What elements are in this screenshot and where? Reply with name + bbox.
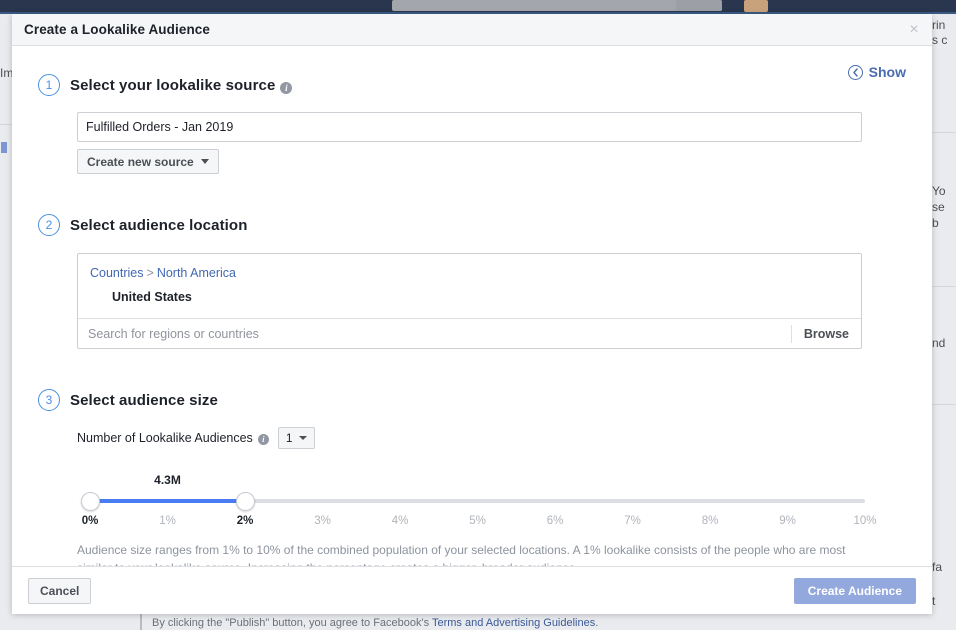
slider-tick-6pct: 6%: [547, 515, 564, 527]
background-left-fragment: Im: [0, 66, 12, 81]
audience-size-slider[interactable]: 4.3M 0% 1% 2% 3% 4% 5% 6% 7% 8% 9% 10%: [77, 473, 877, 529]
background-disclaimer-text: By clicking the "Publish" button, you ag…: [152, 617, 432, 629]
slider-tick-1pct: 1%: [159, 515, 176, 527]
terms-link[interactable]: Terms and Advertising Guidelines: [432, 617, 595, 629]
create-new-source-label: Create new source: [87, 155, 194, 169]
background-right-fragment: Yo: [932, 184, 956, 199]
number-of-audiences-value: 1: [286, 431, 293, 445]
breadcrumb: Countries>North America: [90, 264, 849, 282]
step-number-2: 2: [38, 214, 60, 236]
background-right-fragment: rin: [932, 18, 956, 33]
slider-tick-3pct: 3%: [314, 515, 331, 527]
create-lookalike-audience-dialog: Create a Lookalike Audience × Show 1 Sel…: [12, 14, 932, 614]
background-right-fragment: t: [932, 594, 956, 609]
info-icon[interactable]: i: [280, 82, 292, 94]
close-icon[interactable]: ×: [906, 22, 922, 38]
background-bottom-divider: [140, 612, 142, 630]
background-left-divider: [0, 124, 12, 125]
background-right-fragment: nd: [932, 336, 956, 351]
number-of-audiences-select[interactable]: 1: [278, 427, 315, 449]
dialog-body: Show 1 Select your lookalike sourcei Ful…: [12, 46, 932, 566]
info-icon[interactable]: i: [258, 434, 269, 445]
background-right-fragment: se: [932, 200, 956, 215]
slider-tick-5pct: 5%: [469, 515, 486, 527]
slider-handle-max[interactable]: [236, 492, 255, 511]
section-1-header: 1 Select your lookalike source i: [38, 74, 906, 96]
slider-tick-0pct: 0%: [82, 515, 99, 527]
location-list: Countries>North America United States: [78, 254, 861, 318]
location-item-united-states[interactable]: United States: [112, 290, 849, 304]
slider-tick-9pct: 9%: [779, 515, 796, 527]
background-right-fragment: b: [932, 216, 956, 231]
facebook-search-button[interactable]: [676, 0, 722, 11]
section-2-title: Select audience location: [70, 217, 247, 234]
section-audience-size: 3 Select audience size Number of Lookali…: [38, 389, 906, 566]
background-disclaimer-period: .: [595, 617, 598, 629]
section-1-title: Select your lookalike source i: [70, 77, 292, 94]
slider-tick-8pct: 8%: [702, 515, 719, 527]
step-number-3: 3: [38, 389, 60, 411]
facebook-search-input[interactable]: [392, 0, 722, 11]
breadcrumb-item-countries[interactable]: Countries: [90, 266, 144, 280]
slider-tick-10pct: 10%: [853, 515, 876, 527]
slider-tick-4pct: 4%: [392, 515, 409, 527]
dialog-footer: Cancel Create Audience: [12, 566, 932, 614]
slider-tick-7pct: 7%: [624, 515, 641, 527]
location-search-row: Browse: [78, 318, 861, 348]
lookalike-source-field[interactable]: Fulfilled Orders - Jan 2019: [77, 112, 862, 142]
create-new-source-button[interactable]: Create new source: [77, 149, 219, 174]
browse-button[interactable]: Browse: [791, 325, 861, 343]
number-of-audiences-label: Number of Lookalike Audiences: [77, 431, 253, 445]
section-audience-location: 2 Select audience location Countries>Nor…: [38, 214, 906, 349]
chevron-down-icon: [299, 436, 307, 440]
section-3-title: Select audience size: [70, 392, 218, 409]
avatar[interactable]: [744, 0, 768, 12]
cancel-button[interactable]: Cancel: [28, 578, 91, 604]
location-search-input[interactable]: [78, 327, 791, 341]
section-3-header: 3 Select audience size: [38, 389, 906, 411]
dialog-title: Create a Lookalike Audience: [24, 22, 210, 37]
dialog-header: Create a Lookalike Audience ×: [12, 14, 932, 46]
breadcrumb-separator: >: [147, 266, 154, 280]
audience-size-description: Audience size ranges from 1% to 10% of t…: [77, 541, 867, 566]
location-selector-box: Countries>North America United States Br…: [77, 253, 862, 349]
slider-fill: [90, 499, 245, 503]
background-right-divider: [932, 286, 956, 287]
section-lookalike-source: 1 Select your lookalike source i Fulfille…: [38, 46, 906, 174]
step-number-1: 1: [38, 74, 60, 96]
background-right-divider: [932, 132, 956, 133]
number-of-audiences-row: Number of Lookalike Audiences i 1: [77, 427, 906, 449]
lookalike-source-value: Fulfilled Orders - Jan 2019: [86, 120, 233, 134]
chevron-down-icon: [201, 159, 209, 164]
background-right-fragment: s c: [932, 33, 956, 48]
background-right-column: rin s c Yo se b nd fa t: [932, 14, 956, 630]
facebook-topbar: [0, 0, 956, 14]
background-right-fragment: fa: [932, 560, 956, 575]
background-left-accent: [1, 142, 7, 153]
background-disclaimer: By clicking the "Publish" button, you ag…: [152, 617, 598, 629]
section-2-header: 2 Select audience location: [38, 214, 906, 236]
breadcrumb-item-north-america[interactable]: North America: [157, 266, 236, 280]
background-right-divider: [932, 404, 956, 405]
slider-tick-2pct: 2%: [237, 515, 254, 527]
create-audience-button[interactable]: Create Audience: [794, 578, 916, 604]
slider-value-bubble: 4.3M: [154, 473, 181, 487]
slider-handle-min[interactable]: [81, 492, 100, 511]
background-left-column: Im: [0, 14, 12, 630]
background-bottom-bar: By clicking the "Publish" button, you ag…: [0, 612, 956, 630]
section-1-title-text: Select your lookalike source: [70, 77, 275, 94]
